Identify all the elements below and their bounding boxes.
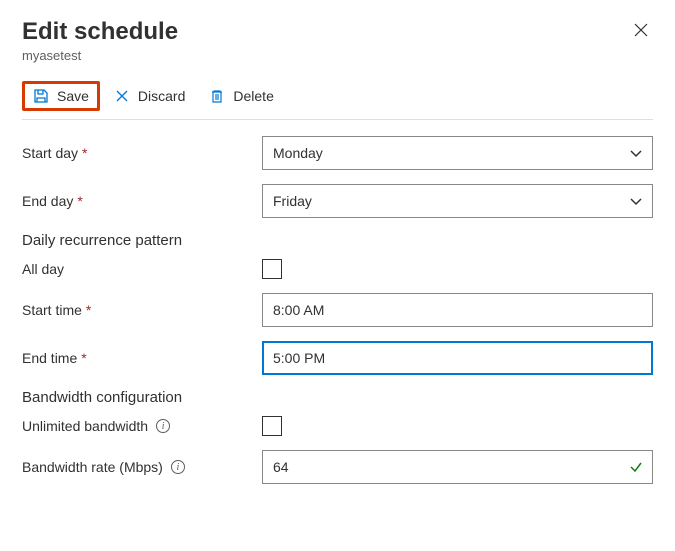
discard-label: Discard [138,88,185,104]
info-icon[interactable]: i [156,419,170,433]
close-button[interactable] [629,18,653,45]
bandwidth-rate-input[interactable]: 64 [262,450,653,484]
end-time-input[interactable]: 5:00 PM [262,341,653,375]
delete-icon [209,88,225,104]
start-day-select[interactable]: Monday [262,136,653,170]
delete-button[interactable]: Delete [199,82,283,110]
start-day-label: Start day* [22,145,262,161]
bandwidth-rate-label: Bandwidth rate (Mbps) i [22,459,262,475]
end-time-label: End time* [22,350,262,366]
end-day-select[interactable]: Friday [262,184,653,218]
page-title: Edit schedule [22,18,178,46]
delete-label: Delete [233,88,273,104]
all-day-checkbox[interactable] [262,259,282,279]
unlimited-bandwidth-label: Unlimited bandwidth i [22,418,262,434]
all-day-label: All day [22,261,262,277]
save-label: Save [57,88,89,104]
info-icon[interactable]: i [171,460,185,474]
subtitle: myasetest [22,48,178,63]
start-time-label: Start time* [22,302,262,318]
recurrence-header: Daily recurrence pattern [22,232,653,249]
save-button[interactable]: Save [22,81,100,111]
bandwidth-header: Bandwidth configuration [22,389,653,406]
toolbar: Save Discard Delete [22,81,653,120]
discard-icon [114,88,130,104]
close-icon [633,22,649,38]
start-time-input[interactable]: 8:00 AM [262,293,653,327]
unlimited-bandwidth-checkbox[interactable] [262,416,282,436]
save-icon [33,88,49,104]
discard-button[interactable]: Discard [104,82,195,110]
end-day-label: End day* [22,193,262,209]
